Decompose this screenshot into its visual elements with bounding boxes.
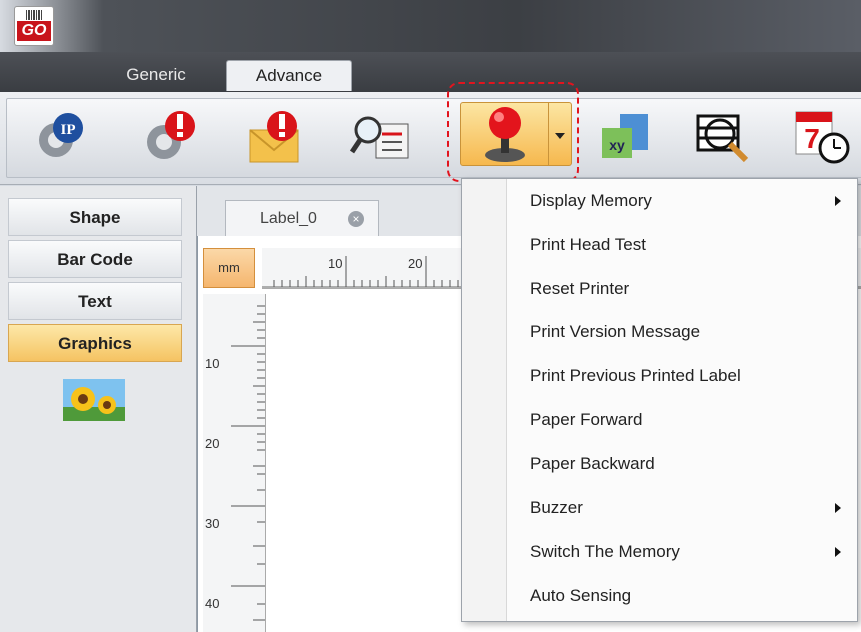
menu-item-label: Display Memory: [530, 191, 652, 210]
object-panel: Shape Bar Code Text Graphics: [0, 186, 197, 632]
highlight-annotation: [447, 82, 579, 182]
menu-item-label: Reset Printer: [530, 279, 630, 298]
ip-settings-icon: IP: [39, 113, 83, 157]
barcode-icon: [26, 10, 42, 20]
svg-text:IP: IP: [61, 122, 76, 138]
v-ruler-label: 40: [205, 596, 219, 611]
menu-item-display-memory[interactable]: Display Memory: [508, 181, 855, 221]
sunflower-image-thumbnail[interactable]: [63, 379, 125, 421]
email-alert-button[interactable]: [246, 106, 308, 166]
date-time-icon: 7: [795, 111, 850, 164]
panel-item-graphics[interactable]: Graphics: [8, 324, 182, 362]
menu-item-print-previous-label[interactable]: Print Previous Printed Label: [508, 356, 855, 396]
printer-control-dropdown: Display Memory Print Head Test Reset Pri…: [461, 178, 858, 622]
vertical-ruler: 10 20 30 40: [203, 294, 266, 632]
menu-item-print-version-message[interactable]: Print Version Message: [508, 312, 855, 352]
tab-advance[interactable]: Advance: [226, 60, 352, 91]
h-ruler-label: 10: [328, 256, 342, 271]
variable-data-icon: xy: [602, 114, 648, 158]
submenu-arrow-icon: [835, 503, 841, 513]
submenu-arrow-icon: [835, 547, 841, 557]
panel-item-shape[interactable]: Shape: [8, 198, 182, 236]
menu-item-paper-backward[interactable]: Paper Backward: [508, 444, 855, 484]
menu-item-auto-sensing[interactable]: Auto Sensing: [508, 576, 855, 616]
ribbon-tab-strip: Generic Advance: [0, 52, 861, 92]
menu-item-reset-printer[interactable]: Reset Printer: [508, 269, 855, 309]
menu-item-buzzer[interactable]: Buzzer: [508, 488, 855, 528]
search-setup-button[interactable]: [349, 106, 412, 166]
menu-item-paper-forward[interactable]: Paper Forward: [508, 400, 855, 440]
email-alert-icon: [249, 111, 299, 163]
svg-text:xy: xy: [609, 137, 625, 153]
panel-item-barcode[interactable]: Bar Code: [8, 240, 182, 278]
alert-settings-icon: [147, 111, 195, 159]
date-time-button[interactable]: 7: [792, 106, 854, 166]
panel-item-text[interactable]: Text: [8, 282, 182, 320]
menu-item-label: Print Version Message: [530, 322, 701, 341]
menu-icon-column: [462, 179, 507, 621]
h-ruler-label: 20: [408, 256, 422, 271]
zoom-preview-button[interactable]: [692, 106, 754, 166]
menu-item-switch-memory[interactable]: Switch The Memory: [508, 532, 855, 572]
unit-selector[interactable]: mm: [203, 248, 255, 288]
tab-generic[interactable]: Generic: [108, 60, 204, 90]
menu-item-label: Paper Backward: [530, 454, 655, 473]
submenu-arrow-icon: [835, 196, 841, 206]
zoom-preview-icon: [696, 114, 749, 163]
title-bar: GO: [0, 0, 861, 52]
variable-data-button[interactable]: xy: [594, 106, 656, 166]
printer-alert-settings-button[interactable]: [140, 106, 202, 166]
menu-item-print-head-test[interactable]: Print Head Test: [508, 225, 855, 265]
menu-item-label: Print Previous Printed Label: [530, 366, 741, 385]
document-tab[interactable]: Label_0 ×: [225, 200, 379, 237]
ribbon-toolbar: IP xy 7: [0, 92, 861, 185]
logo-mark: GO: [17, 21, 51, 41]
menu-item-label: Buzzer: [530, 498, 583, 517]
app-logo[interactable]: GO: [14, 6, 54, 46]
menu-item-label: Switch The Memory: [530, 542, 680, 561]
ip-settings-button[interactable]: IP: [30, 106, 92, 166]
v-ruler-label: 10: [205, 356, 219, 371]
close-icon[interactable]: ×: [348, 211, 364, 227]
calendar-day: 7: [804, 123, 820, 154]
v-ruler-label: 30: [205, 516, 219, 531]
menu-item-label: Auto Sensing: [530, 586, 632, 605]
menu-item-label: Print Head Test: [530, 235, 646, 254]
v-ruler-label: 20: [205, 436, 219, 451]
menu-item-label: Paper Forward: [530, 410, 643, 429]
search-setup-icon: [349, 116, 409, 159]
document-tab-label: Label_0: [260, 210, 317, 227]
